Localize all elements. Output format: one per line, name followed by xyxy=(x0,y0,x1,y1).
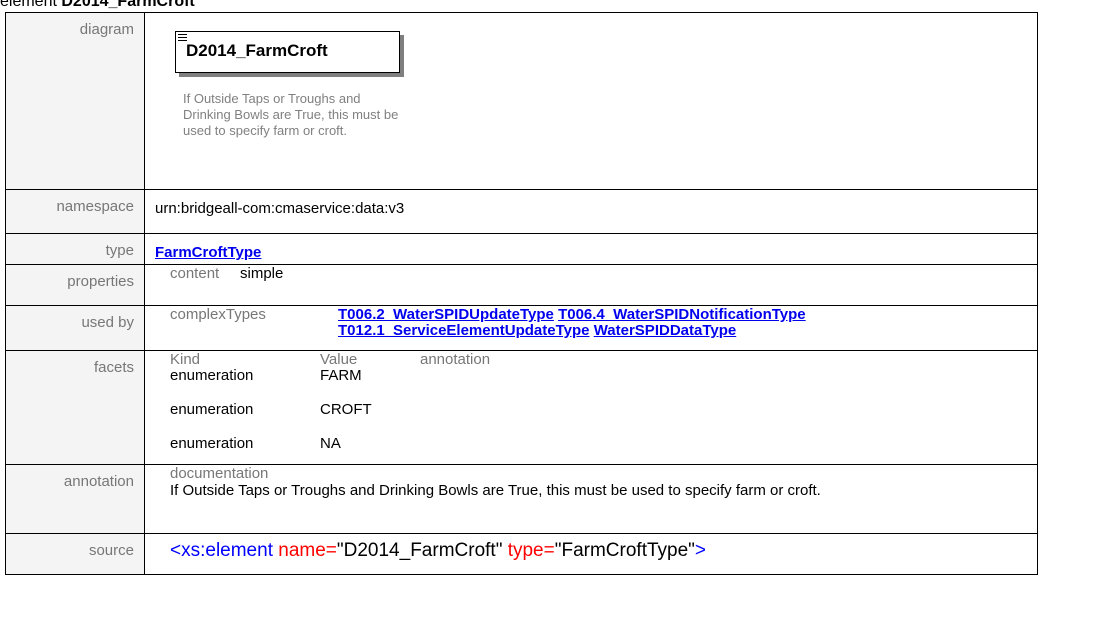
type-label: type xyxy=(105,242,134,259)
properties-cell: content simple xyxy=(144,264,1038,306)
source-label: source xyxy=(88,542,134,559)
namespace-label: namespace xyxy=(56,198,134,215)
facets-col-annotation: annotation xyxy=(420,351,491,368)
facets-col-value: Value xyxy=(320,351,358,368)
facets-header: Kind Value annotation xyxy=(145,351,1037,368)
properties-row: properties content simple xyxy=(5,264,1038,306)
diagram-element-name: D2014_FarmCroft xyxy=(186,41,328,60)
element-doc-table: diagram D2014_FarmCroft If Outside Taps … xyxy=(5,12,1038,575)
source-tag: <xs:element xyxy=(170,540,273,561)
used-by-label: used by xyxy=(81,314,134,331)
facets-cell: Kind Value annotation enumeration FARM en… xyxy=(144,350,1038,465)
annotation-label-cell: annotation xyxy=(5,464,145,534)
annotation-key: documentation xyxy=(170,465,269,482)
facet-kind: enumeration xyxy=(170,435,254,452)
type-label-cell: type xyxy=(5,233,145,265)
source-attr-name: name= xyxy=(272,540,337,561)
used-by-link[interactable]: T012.1_ServiceElementUpdateType xyxy=(338,322,590,339)
facet-row: enumeration NA xyxy=(145,436,1037,452)
used-by-key: complexTypes xyxy=(170,306,266,323)
facet-value: NA xyxy=(320,435,341,452)
page-heading: element D2014_FarmCroft xyxy=(0,0,195,11)
diagram-cell: D2014_FarmCroft If Outside Taps or Troug… xyxy=(144,12,1038,190)
source-attr-value: "D2014_FarmCroft" xyxy=(336,540,503,561)
facet-value: FARM xyxy=(320,367,362,384)
annotation-row: annotation documentation If Outside Taps… xyxy=(5,464,1038,534)
diagram-row: diagram D2014_FarmCroft If Outside Taps … xyxy=(5,12,1038,190)
properties-key: content xyxy=(170,265,220,282)
properties-label-cell: properties xyxy=(5,264,145,306)
source-label-cell: source xyxy=(5,533,145,575)
facet-kind: enumeration xyxy=(170,401,254,418)
source-code: <xs:element name="D2014_FarmCroft" type=… xyxy=(145,534,1037,562)
element-box[interactable]: D2014_FarmCroft xyxy=(175,31,400,73)
type-cell: FarmCroftType xyxy=(144,233,1038,265)
properties-value: simple xyxy=(240,265,284,282)
facets-col-kind: Kind xyxy=(170,351,201,368)
facet-row: enumeration CROFT xyxy=(145,402,1037,418)
diagram-label: diagram xyxy=(79,21,134,38)
source-attr-value: "FarmCroftType" xyxy=(554,540,695,561)
type-row: type FarmCroftType xyxy=(5,233,1038,265)
source-tag-close: > xyxy=(694,540,707,561)
diagram-label-cell: diagram xyxy=(5,12,145,190)
used-by-row: used by complexTypes T006.2_WaterSPIDUpd… xyxy=(5,305,1038,351)
source-cell: <xs:element name="D2014_FarmCroft" type=… xyxy=(144,533,1038,575)
facets-label: facets xyxy=(93,359,134,376)
used-by-link[interactable]: T006.2_WaterSPIDUpdateType xyxy=(338,306,554,323)
namespace-row: namespace urn:bridgeall-com:cmaservice:d… xyxy=(5,189,1038,234)
used-by-links: T006.2_WaterSPIDUpdateType T006.4_WaterS… xyxy=(338,307,806,339)
diagram: D2014_FarmCroft If Outside Taps or Troug… xyxy=(145,13,1037,189)
source-attr-name: type= xyxy=(502,540,555,561)
diagram-note: If Outside Taps or Troughs and Drinking … xyxy=(183,91,399,138)
properties-label: properties xyxy=(67,273,134,290)
source-row: source <xs:element name="D2014_FarmCroft… xyxy=(5,533,1038,575)
heading-kind: element xyxy=(0,0,57,10)
used-by-link[interactable]: WaterSPIDDataType xyxy=(594,322,737,339)
annotation-label: annotation xyxy=(63,473,134,490)
used-by-label-cell: used by xyxy=(5,305,145,351)
annotation-cell: documentation If Outside Taps or Troughs… xyxy=(144,464,1038,534)
facets-row: facets Kind Value annotation enumeration… xyxy=(5,350,1038,465)
namespace-label-cell: namespace xyxy=(5,189,145,234)
heading-element-name: D2014_FarmCroft xyxy=(61,0,195,10)
used-by-cell: complexTypes T006.2_WaterSPIDUpdateType … xyxy=(144,305,1038,351)
annotation-text: If Outside Taps or Troughs and Drinking … xyxy=(170,482,821,499)
facet-value: CROFT xyxy=(320,401,372,418)
facet-kind: enumeration xyxy=(170,367,254,384)
namespace-cell: urn:bridgeall-com:cmaservice:data:v3 xyxy=(144,189,1038,234)
namespace-value: urn:bridgeall-com:cmaservice:data:v3 xyxy=(155,200,405,217)
facet-row: enumeration FARM xyxy=(145,368,1037,384)
type-link[interactable]: FarmCroftType xyxy=(155,244,261,261)
facets-label-cell: facets xyxy=(5,350,145,465)
used-by-link[interactable]: T006.4_WaterSPIDNotificationType xyxy=(558,306,806,323)
